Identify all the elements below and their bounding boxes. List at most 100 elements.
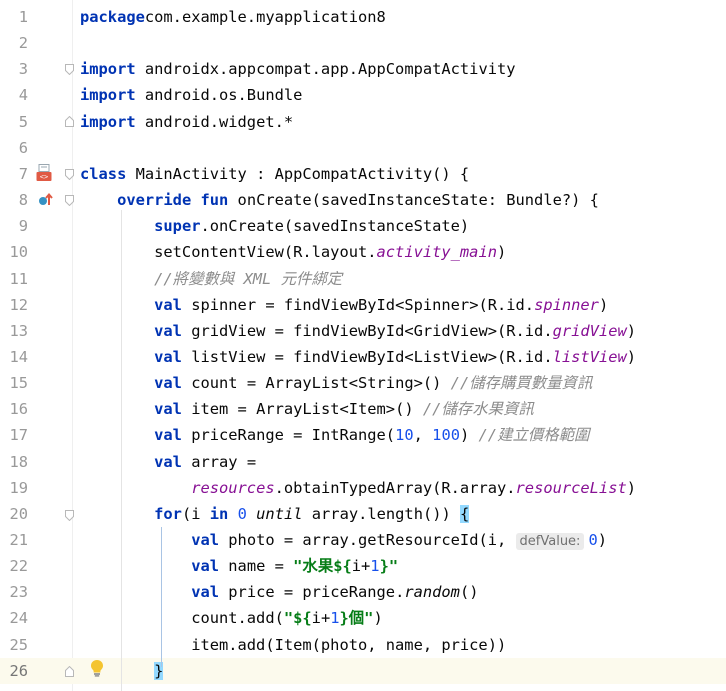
code-text[interactable]: val spinner = findViewById<Spinner>(R.id… <box>80 292 608 318</box>
code-text[interactable]: packagecom.example.myapplication8 <box>80 4 386 30</box>
code-token: random <box>404 583 460 602</box>
code-token: resources <box>191 478 275 497</box>
line-number[interactable]: 16 <box>0 396 28 422</box>
line-number[interactable]: 7 <box>0 161 28 187</box>
code-line[interactable]: 3 import androidx.appcompat.app.AppCompat… <box>0 56 726 82</box>
code-line[interactable]: 24 count.add("${i+1}個") <box>0 605 726 631</box>
line-number[interactable]: 17 <box>0 422 28 448</box>
code-text[interactable]: setContentView(R.layout.activity_main) <box>80 239 506 265</box>
code-token: "${ <box>283 609 312 628</box>
code-line[interactable]: 14 val listView = findViewById<ListView>… <box>0 344 726 370</box>
code-line[interactable]: 18 val array = <box>0 449 726 475</box>
code-text[interactable]: val item = ArrayList<Item>() //儲存水果資訊 <box>80 396 534 422</box>
android-activity-icon[interactable]: <> <box>36 164 52 186</box>
line-number[interactable]: 22 <box>0 553 28 579</box>
code-line[interactable]: 21 val photo = array.getResourceId(i, de… <box>0 527 726 553</box>
line-number[interactable]: 25 <box>0 632 28 658</box>
code-line[interactable]: 1 packagecom.example.myapplication8 <box>0 4 726 30</box>
fold-marker-icon[interactable] <box>65 169 74 180</box>
fold-end-marker-icon[interactable] <box>65 116 74 127</box>
code-text[interactable]: count.add("${i+1}個") <box>80 605 383 631</box>
code-text[interactable]: resources.obtainTypedArray(R.array.resou… <box>80 475 636 501</box>
code-line[interactable]: 2 <box>0 30 726 56</box>
code-token: import <box>80 60 136 79</box>
intention-bulb-icon[interactable] <box>90 659 104 681</box>
code-text[interactable]: val count = ArrayList<String>() //儲存購買數量… <box>80 370 592 396</box>
code-line[interactable]: 12 val spinner = findViewById<Spinner>(R… <box>0 292 726 318</box>
line-number[interactable]: 9 <box>0 213 28 239</box>
line-number[interactable]: 11 <box>0 266 28 292</box>
line-number[interactable]: 5 <box>0 109 28 135</box>
code-line[interactable]: 16 val item = ArrayList<Item>() //儲存水果資訊 <box>0 396 726 422</box>
code-line[interactable]: 17 val priceRange = IntRange(10, 100) //… <box>0 422 726 448</box>
code-token: val <box>191 583 220 602</box>
code-token: ) <box>496 243 507 262</box>
code-token: val <box>154 347 182 366</box>
override-marker-icon[interactable] <box>38 192 54 212</box>
code-text[interactable]: super.onCreate(savedInstanceState) <box>80 213 469 239</box>
code-text[interactable]: for(i in 0 until array.length()) { <box>80 501 470 527</box>
code-line[interactable]: 5 import android.widget.* <box>0 109 726 135</box>
code-text[interactable]: val priceRange = IntRange(10, 100) //建立價… <box>80 422 589 448</box>
code-text[interactable]: item.add(Item(photo, name, price)) <box>80 632 506 658</box>
code-line[interactable]: 19 resources.obtainTypedArray(R.array.re… <box>0 475 726 501</box>
code-token: .obtainTypedArray(R.array. <box>274 478 516 497</box>
code-text[interactable]: val photo = array.getResourceId(i, defVa… <box>80 527 607 555</box>
line-number[interactable]: 13 <box>0 318 28 344</box>
code-token: for <box>154 504 182 523</box>
code-line[interactable]: 15 val count = ArrayList<String>() //儲存購… <box>0 370 726 396</box>
code-token: class <box>80 164 127 183</box>
fold-marker-icon[interactable] <box>65 510 74 521</box>
code-line[interactable]: 6 <box>0 135 726 161</box>
code-text[interactable]: class MainActivity : AppCompatActivity()… <box>80 161 469 187</box>
line-number[interactable]: 20 <box>0 501 28 527</box>
line-number[interactable]: 15 <box>0 370 28 396</box>
code-text[interactable]: val name = "水果${i+1}" <box>80 553 398 579</box>
code-line[interactable]: 9 super.onCreate(savedInstanceState) <box>0 213 726 239</box>
line-number[interactable]: 1 <box>0 4 28 30</box>
line-number[interactable]: 12 <box>0 292 28 318</box>
line-number[interactable]: 19 <box>0 475 28 501</box>
code-line[interactable]: 23 val price = priceRange.random() <box>0 579 726 605</box>
code-line[interactable]: 7 class MainActivity : AppCompatActivity(… <box>0 161 726 187</box>
line-number[interactable]: 3 <box>0 56 28 82</box>
line-number[interactable]: 23 <box>0 579 28 605</box>
code-text[interactable]: override fun onCreate(savedInstanceState… <box>80 187 599 213</box>
code-line[interactable]: 11 //將變數與 XML 元件綁定 <box>0 266 726 292</box>
code-text[interactable]: import android.os.Bundle <box>80 82 302 108</box>
line-number[interactable]: 8 <box>0 187 28 213</box>
code-text[interactable]: val listView = findViewById<ListView>(R.… <box>80 344 636 370</box>
code-text[interactable]: val array = <box>80 449 256 475</box>
line-number[interactable]: 14 <box>0 344 28 370</box>
fold-marker-icon[interactable] <box>65 64 74 75</box>
line-number[interactable]: 18 <box>0 449 28 475</box>
code-line[interactable]: 8 override fun onCreate(savedInstanceSta… <box>0 187 726 213</box>
line-number[interactable]: 4 <box>0 82 28 108</box>
code-text[interactable]: import android.widget.* <box>80 109 293 135</box>
line-number[interactable]: 26 <box>0 658 28 684</box>
code-token: array = <box>181 452 257 471</box>
fold-marker-icon[interactable] <box>65 195 74 206</box>
code-token: ) <box>626 321 637 340</box>
code-line[interactable]: 25 item.add(Item(photo, name, price)) <box>0 632 726 658</box>
code-line[interactable]: 26 } <box>0 657 726 684</box>
code-text[interactable]: import androidx.appcompat.app.AppCompatA… <box>80 56 516 82</box>
line-number[interactable]: 24 <box>0 605 28 631</box>
code-text[interactable]: val gridView = findViewById<GridView>(R.… <box>80 318 636 344</box>
line-number[interactable]: 2 <box>0 30 28 56</box>
line-number[interactable]: 6 <box>0 135 28 161</box>
code-line[interactable]: 20 for(i in 0 until array.length()) { <box>0 501 726 527</box>
code-line[interactable]: 13 val gridView = findViewById<GridView>… <box>0 318 726 344</box>
fold-end-marker-icon[interactable] <box>65 666 74 677</box>
line-number[interactable]: 21 <box>0 527 28 553</box>
code-text[interactable]: val price = priceRange.random() <box>80 579 478 605</box>
code-line[interactable]: 4 import android.os.Bundle <box>0 82 726 108</box>
code-line[interactable]: 22 val name = "水果${i+1}" <box>0 553 726 579</box>
line-number[interactable]: 10 <box>0 239 28 265</box>
code-text[interactable]: //將變數與 XML 元件綁定 <box>80 266 342 292</box>
code-line[interactable]: 10 setContentView(R.layout.activity_main… <box>0 239 726 265</box>
